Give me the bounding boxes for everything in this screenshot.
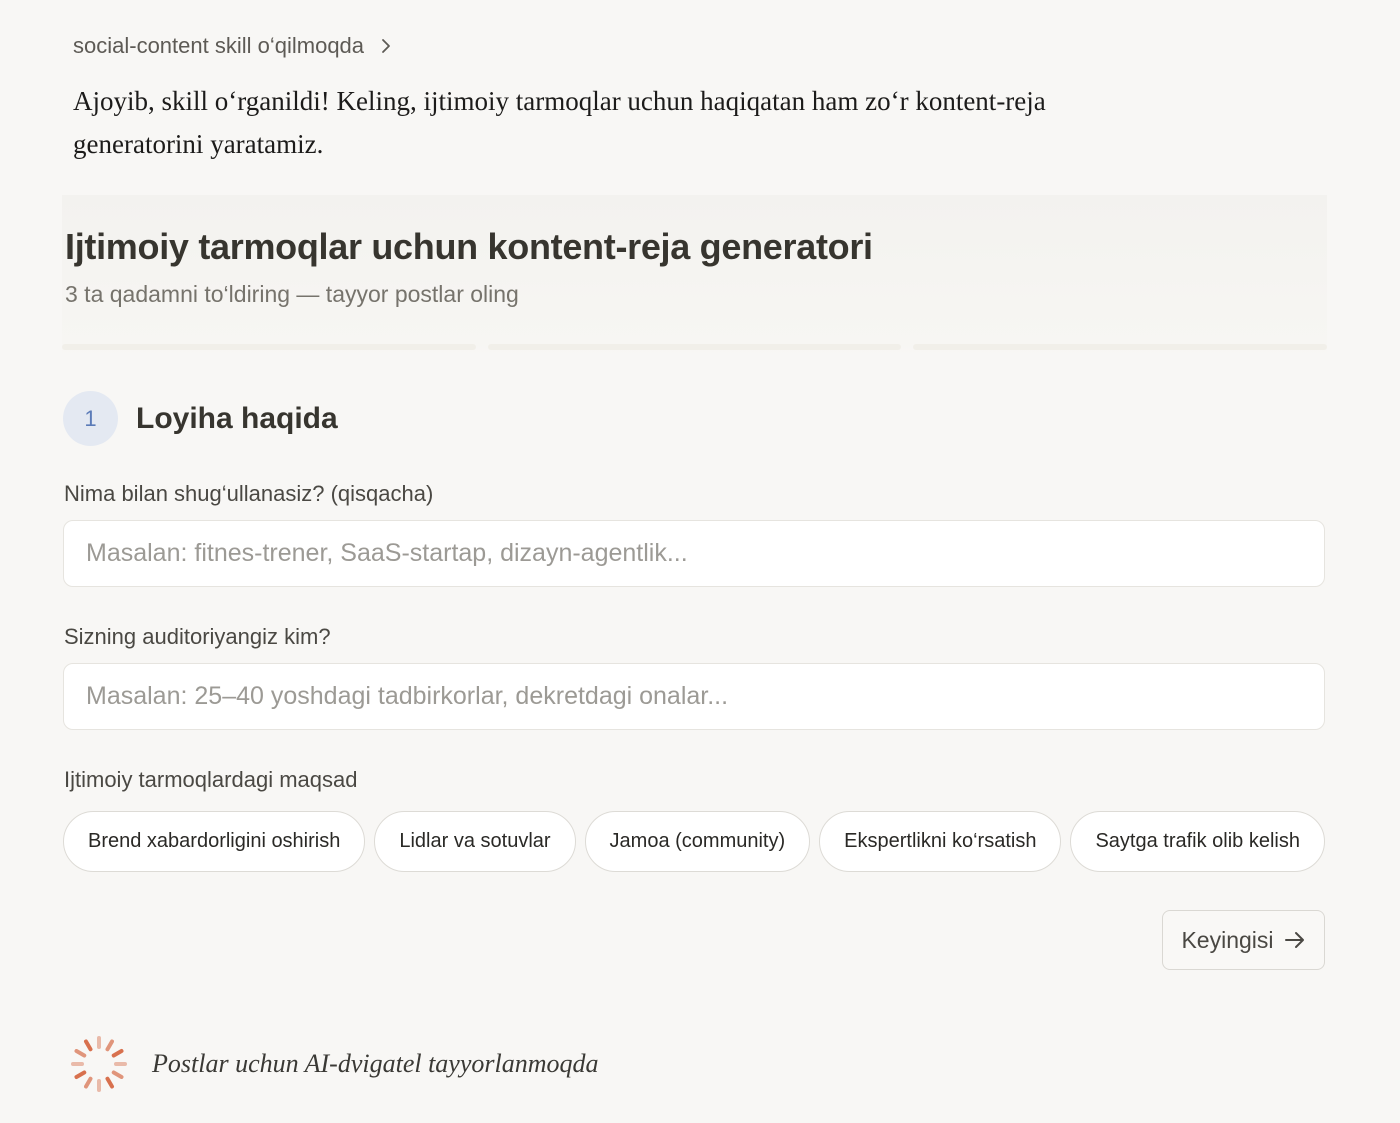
step-header: 1 Loyiha haqida xyxy=(63,391,338,446)
goal-option-leads-sales[interactable]: Lidlar va sotuvlar xyxy=(374,811,576,872)
spinner-ray xyxy=(105,1039,114,1052)
spinner-ray xyxy=(74,1049,87,1058)
step-progress-bar xyxy=(62,344,1328,350)
spinner-ray xyxy=(111,1049,124,1058)
progress-segment-1 xyxy=(62,344,476,350)
goal-option-brand-awareness[interactable]: Brend xabardorligini oshirish xyxy=(63,811,366,872)
goal-options: Brend xabardorligini oshirish Lidlar va … xyxy=(63,811,1325,872)
next-button-label: Keyingisi xyxy=(1181,926,1274,953)
spinner-icon xyxy=(71,1036,127,1092)
skill-status-toggle[interactable]: social-content skill o‘qilmoqda xyxy=(73,30,394,62)
business-field-label: Nima bilan shug‘ullanasiz? (qisqacha) xyxy=(64,481,434,506)
progress-segment-3 xyxy=(913,344,1328,350)
app-title: Ijtimoiy tarmoqlar uchun kontent-reja ge… xyxy=(65,226,873,267)
step-number-badge: 1 xyxy=(63,391,118,446)
spinner-ray xyxy=(84,1076,93,1089)
goal-option-community[interactable]: Jamoa (community) xyxy=(584,811,811,872)
assistant-message: Ajoyib, skill o‘rganildi! Keling, ijtimo… xyxy=(73,86,1046,159)
goal-field-label: Ijtimoiy tarmoqlardagi maqsad xyxy=(64,767,358,792)
spinner-ray xyxy=(105,1076,114,1089)
business-input[interactable] xyxy=(63,520,1325,587)
chevron-right-icon xyxy=(382,39,390,53)
step-title: Loyiha haqida xyxy=(136,401,338,435)
spinner-ray xyxy=(74,1070,87,1079)
next-button[interactable]: Keyingisi xyxy=(1162,910,1325,970)
loading-text: Postlar uchun AI-dvigatel tayyorlanmoqda xyxy=(152,1049,599,1078)
progress-segment-2 xyxy=(487,344,902,350)
audience-field-label: Sizning auditoriyangiz kim? xyxy=(64,624,331,649)
artifact-card xyxy=(62,195,1327,1005)
spinner-ray xyxy=(111,1070,124,1079)
arrow-right-icon xyxy=(1284,932,1304,948)
skill-status-label: social-content skill o‘qilmoqda xyxy=(73,33,365,58)
goal-option-site-traffic[interactable]: Saytga trafik olib kelish xyxy=(1070,811,1325,872)
goal-option-expertise[interactable]: Ekspertlikni ko‘rsatish xyxy=(819,811,1062,872)
audience-input[interactable] xyxy=(63,663,1325,730)
app-subtitle: 3 ta qadamni to‘ldiring — tayyor postlar… xyxy=(65,281,519,307)
spinner-ray xyxy=(84,1039,93,1052)
loading-status: Postlar uchun AI-dvigatel tayyorlanmoqda xyxy=(70,1035,599,1093)
